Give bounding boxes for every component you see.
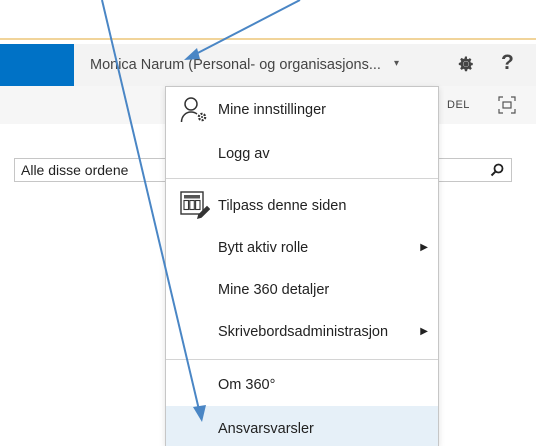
submenu-arrow-icon: ▶: [420, 326, 428, 337]
menu-item-label: Skrivebordsadministrasjon: [218, 324, 389, 340]
menu-item-label: Mine 360 detaljer: [218, 282, 330, 298]
suite-bar: Monica Narum (Personal- og organisasjons…: [0, 44, 536, 86]
chevron-down-icon[interactable]: ▾: [394, 58, 399, 69]
menu-item-log-off[interactable]: Logg av: [166, 133, 438, 173]
menu-item-my-settings[interactable]: Mine innstillinger: [166, 87, 438, 133]
search-icon[interactable]: [489, 162, 505, 178]
menu-item-about-360[interactable]: Om 360°: [166, 364, 438, 406]
top-accent-line: [0, 38, 536, 40]
menu-item-responsibility-alerts[interactable]: Ansvarsvarsler: [166, 406, 438, 446]
app-launcher-tile[interactable]: [0, 44, 74, 86]
menu-divider: [166, 359, 438, 360]
help-button[interactable]: ?: [501, 51, 514, 75]
menu-item-label: Tilpass denne siden: [218, 198, 347, 214]
customize-page-icon: [180, 191, 210, 219]
user-dropdown-menu: Mine innstillinger Logg av Tilpass denne…: [165, 86, 439, 446]
focus-mode-icon[interactable]: [498, 96, 516, 114]
menu-item-label: Om 360°: [218, 377, 276, 393]
menu-item-customize-page[interactable]: Tilpass denne siden: [166, 185, 438, 227]
menu-item-label: Ansvarsvarsler: [218, 421, 314, 437]
top-strip: [0, 0, 536, 38]
menu-item-switch-role[interactable]: Bytt aktiv rolle ▶: [166, 227, 438, 269]
gear-icon[interactable]: [457, 55, 475, 73]
submenu-arrow-icon: ▶: [420, 242, 428, 253]
user-settings-icon: [180, 97, 207, 123]
menu-divider: [166, 178, 438, 179]
menu-item-desktop-administration[interactable]: Skrivebordsadministrasjon ▶: [166, 311, 438, 353]
share-button[interactable]: DEL: [447, 86, 470, 124]
user-menu-button[interactable]: Monica Narum (Personal- og organisasjons…: [90, 44, 381, 86]
menu-item-label: Bytt aktiv rolle: [218, 240, 309, 256]
menu-item-my-360-details[interactable]: Mine 360 detaljer: [166, 269, 438, 311]
menu-item-label: Mine innstillinger: [218, 102, 326, 118]
menu-item-label: Logg av: [218, 146, 270, 162]
